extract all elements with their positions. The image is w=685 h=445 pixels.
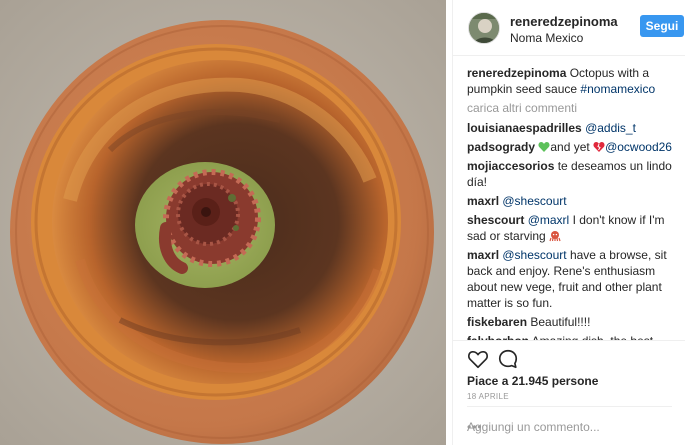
mention-link[interactable]: @addis_t: [585, 121, 636, 135]
mention-link[interactable]: @ocwood26: [605, 140, 672, 154]
more-options-icon[interactable]: •••: [467, 420, 668, 434]
post-actions: Piace a 21.945 persone 18 APRILE Aggiung…: [453, 340, 685, 445]
post-header: reneredzepinoma Noma Mexico Segui: [453, 0, 685, 56]
comment-user[interactable]: fiskebaren: [467, 315, 527, 329]
username[interactable]: reneredzepinoma: [510, 14, 618, 29]
octopus-icon: [549, 231, 561, 242]
follow-button[interactable]: Segui: [640, 15, 684, 37]
comment-item: padsogrady and yet @ocwood26: [467, 139, 679, 155]
green-heart-icon: [538, 141, 550, 152]
comment-user[interactable]: louisianaespadrilles: [467, 121, 582, 135]
comment-user[interactable]: shescourt: [467, 213, 524, 227]
comment-item: fiskebaren Beautiful!!!!: [467, 314, 679, 330]
comment-user[interactable]: maxrl: [467, 248, 499, 262]
hashtag-link[interactable]: #nomamexico: [580, 82, 655, 96]
comment-user[interactable]: padsogrady: [467, 140, 535, 154]
comment-user[interactable]: reneredzepinoma: [467, 66, 566, 80]
mention-link[interactable]: @shescourt: [502, 194, 566, 208]
comment-item: louisianaespadrilles @addis_t: [467, 120, 679, 136]
likes-count[interactable]: Piace a 21.945 persone: [467, 374, 598, 388]
comments-scroll-area[interactable]: reneredzepinoma Octopus with a pumpkin s…: [453, 65, 685, 344]
mention-link[interactable]: @shescourt: [502, 248, 566, 262]
load-more-comments[interactable]: carica altri commenti: [467, 100, 679, 116]
post-side-panel: reneredzepinoma Noma Mexico Segui renere…: [452, 0, 685, 445]
comments-list: reneredzepinoma Octopus with a pumpkin s…: [467, 65, 679, 344]
location-link[interactable]: Noma Mexico: [510, 31, 583, 45]
octopus-dish-image: [0, 0, 446, 445]
comment-text: and yet: [550, 140, 590, 154]
comment-item: mojiaccesorios te deseamos un lindo día!: [467, 158, 679, 190]
caption: reneredzepinoma Octopus with a pumpkin s…: [467, 65, 679, 97]
broken-heart-icon: [593, 141, 605, 152]
avatar[interactable]: [468, 12, 500, 44]
comment-user[interactable]: maxrl: [467, 194, 499, 208]
add-comment-field[interactable]: Aggiungi un commento... •••: [467, 406, 672, 440]
mention-link[interactable]: @maxrl: [528, 213, 570, 227]
avatar-image: [469, 13, 499, 43]
post-date: 18 APRILE: [467, 392, 509, 401]
comment-item: maxrl @shescourt: [467, 193, 679, 209]
comment-icon[interactable]: [497, 348, 519, 370]
post-photo[interactable]: [0, 0, 446, 445]
comment-user[interactable]: mojiaccesorios: [467, 159, 554, 173]
comment-item: shescourt @maxrl I don't know if I'm sad…: [467, 212, 679, 244]
comment-text: Beautiful!!!!: [530, 315, 591, 329]
comment-item: maxrl @shescourt have a browse, sit back…: [467, 247, 679, 311]
heart-icon[interactable]: [467, 348, 489, 370]
